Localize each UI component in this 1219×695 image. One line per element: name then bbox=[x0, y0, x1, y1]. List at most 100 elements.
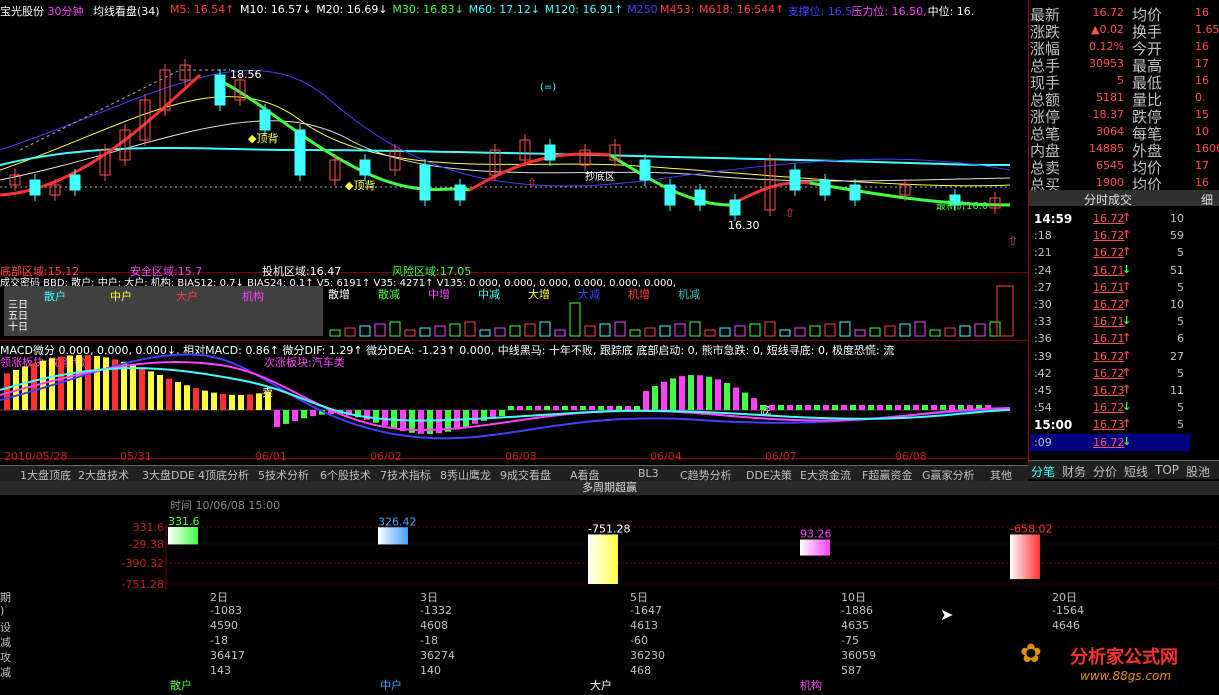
bbd-panel[interactable]: 成交密码 BBD: 散户: 中户: 大户: 机构: BIAS12: 0.7↓ B… bbox=[0, 272, 1028, 341]
mp-period: 10日 bbox=[841, 591, 866, 604]
tick-row[interactable]: :39 16.72 ↑ 27 bbox=[1030, 348, 1190, 365]
ticks-more[interactable]: 细 bbox=[1201, 191, 1213, 208]
quote-value: 0.12% bbox=[1089, 40, 1124, 53]
quote-row: 涨幅 0.12% 今开 16 bbox=[1029, 38, 1219, 58]
macd-bar bbox=[238, 394, 244, 410]
tick-row[interactable]: :45 16.73 ↑ 11 bbox=[1030, 382, 1190, 399]
mp-cell: 468 bbox=[630, 664, 651, 677]
quote-tab[interactable]: 分价 bbox=[1093, 463, 1117, 480]
mp-row-label: 减 bbox=[0, 636, 11, 649]
tick-row[interactable]: :09 16.72 ↓ bbox=[1030, 433, 1190, 451]
tick-row[interactable]: 14:59 16.72 ↑ 10 bbox=[1030, 210, 1190, 227]
macd-bar bbox=[715, 379, 721, 410]
tick-row[interactable]: :21 16.72 ↑ 5 bbox=[1030, 244, 1190, 261]
quote-tab[interactable]: 短线 bbox=[1124, 463, 1148, 480]
tick-row[interactable]: :18 16.72 ↑ 59 bbox=[1030, 227, 1190, 244]
trend-arrow-icon: ↓ bbox=[1122, 434, 1132, 448]
macd-bar bbox=[175, 382, 181, 410]
divergence-marker: ◆顶背 bbox=[248, 132, 279, 145]
mp-cell: -60 bbox=[630, 634, 648, 647]
tick-row[interactable]: :36 16.71 ↑ 6 bbox=[1030, 330, 1190, 347]
tick-row[interactable]: :54 16.72 ↓ 5 bbox=[1030, 399, 1190, 416]
macd-bar bbox=[229, 394, 235, 410]
tick-row[interactable]: :30 16.72 ↑ 10 bbox=[1030, 296, 1190, 313]
quote-tab[interactable]: 财务 bbox=[1062, 463, 1086, 480]
tick-price: 16.72 bbox=[1093, 401, 1125, 415]
bbd-bars bbox=[329, 285, 1014, 337]
kline-chart-panel[interactable]: 宝光股份 30分钟 均线看盘(34) M5: 16.54↑ M10: 16.57↓… bbox=[0, 0, 1028, 278]
quote-value: 16.72 bbox=[1092, 6, 1125, 19]
date-label: 06/02 bbox=[370, 450, 402, 463]
quote-value: 0. bbox=[1195, 91, 1206, 104]
macd-bar bbox=[148, 371, 154, 410]
bbd-bar bbox=[659, 325, 671, 337]
tick-volume: 27 bbox=[1170, 349, 1184, 363]
mp-cell: 4635 bbox=[841, 619, 869, 632]
macd-bar bbox=[868, 405, 874, 410]
macd-bar bbox=[616, 406, 622, 410]
bbd-bar bbox=[704, 329, 716, 337]
ticks-title: 分时成交 bbox=[1084, 193, 1133, 207]
bbd-bar bbox=[449, 323, 461, 337]
bottom-toolbar: 1大盘顶底 2大盘技术 3大盘DDE 4顶底分析 5技术分析 6个股技术 7技术指标 8秀山鹰… bbox=[0, 465, 1028, 482]
macd-bar bbox=[499, 410, 505, 417]
bbd-bar bbox=[749, 323, 761, 337]
candle-body bbox=[259, 109, 271, 131]
macd-bar bbox=[886, 405, 892, 410]
tick-price: 16.73 bbox=[1093, 384, 1125, 397]
candle-body bbox=[214, 74, 226, 106]
macd-bar bbox=[211, 392, 217, 410]
cost-label: 最新价16.0 bbox=[936, 201, 989, 212]
date-label: 06/08 bbox=[895, 450, 927, 463]
bbd-bar bbox=[539, 321, 551, 337]
quote-tab[interactable]: TOP bbox=[1155, 463, 1179, 477]
macd-bar bbox=[589, 406, 595, 410]
tick-time: :45 bbox=[1034, 384, 1052, 397]
tick-row[interactable]: 15:00 16.73 ↑ 5 bbox=[1030, 416, 1190, 433]
macd-bar bbox=[202, 390, 208, 410]
candle-body bbox=[294, 129, 306, 176]
tick-row[interactable]: :24 16.71 ↓ 51 bbox=[1030, 262, 1190, 279]
quote-value: ▲0.02 bbox=[1091, 23, 1124, 36]
toolbar-tab[interactable]: BL3 bbox=[638, 467, 659, 480]
quote-tab[interactable]: 股池 bbox=[1186, 463, 1210, 480]
tick-row[interactable]: :42 16.72 ↑ 5 bbox=[1030, 365, 1190, 382]
quote-row: 总手 30953 最高 17 bbox=[1029, 55, 1219, 75]
macd-bar bbox=[571, 406, 577, 410]
tick-volume: 10 bbox=[1170, 298, 1184, 311]
low-price-label: 16.30 bbox=[728, 219, 760, 232]
zone-label: 抄底区 bbox=[585, 172, 615, 183]
tick-price: 16.71 bbox=[1093, 332, 1125, 346]
bbd-bar bbox=[434, 325, 446, 337]
trend-arrow-icon: ↑ bbox=[1122, 348, 1132, 362]
tick-volume: 51 bbox=[1170, 263, 1184, 277]
trend-arrow-icon: ↑ bbox=[1122, 279, 1132, 293]
macd-bar bbox=[841, 405, 847, 410]
tick-time: 14:59 bbox=[1034, 212, 1073, 226]
macd-bar bbox=[760, 405, 766, 410]
bbd-bar bbox=[689, 321, 701, 337]
bbd-bar bbox=[779, 329, 791, 337]
quote-row: 现手 5 最低 16 bbox=[1029, 72, 1219, 92]
mp-cell: -1647 bbox=[630, 604, 662, 617]
bbd-bar bbox=[494, 327, 506, 337]
high-price-label: 18.56 bbox=[230, 68, 262, 81]
quote-value: 16 bbox=[1195, 40, 1209, 53]
tick-volume: 5 bbox=[1177, 280, 1184, 294]
tick-row[interactable]: :33 16.71 ↓ 5 bbox=[1030, 313, 1190, 330]
tick-price: 16.72 bbox=[1093, 246, 1125, 260]
macd-bar bbox=[256, 393, 262, 410]
bbd-bar bbox=[929, 329, 941, 337]
macd-bar bbox=[94, 355, 100, 410]
bbd-bar bbox=[899, 323, 911, 337]
tick-price: 16.71 bbox=[1093, 280, 1125, 294]
quote-tab[interactable]: 分笔 bbox=[1031, 463, 1055, 480]
tick-row[interactable]: :27 16.71 ↑ 5 bbox=[1030, 279, 1190, 296]
tick-volume: 5 bbox=[1177, 418, 1184, 432]
ticks-header[interactable]: 分时成交 细 bbox=[1029, 190, 1219, 208]
tick-volume: 59 bbox=[1170, 229, 1184, 243]
macd-bar bbox=[913, 405, 919, 410]
macd-panel[interactable]: MACD微分 0.000, 0.000, 0.000↓, 相对MACD: 0.8… bbox=[0, 340, 1028, 459]
candle-body bbox=[639, 159, 651, 181]
trend-arrow-icon: ↑ bbox=[1122, 211, 1132, 224]
